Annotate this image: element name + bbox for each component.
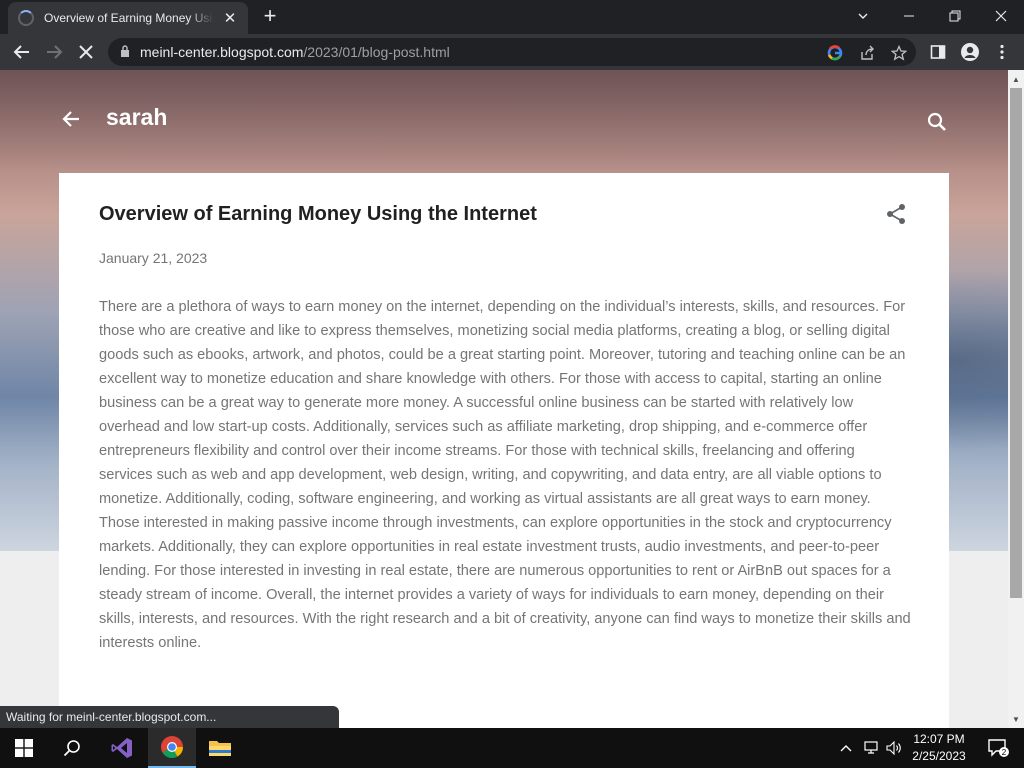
minimize-button[interactable] — [886, 0, 932, 32]
clock-date: 2/25/2023 — [912, 749, 966, 763]
share-page-icon[interactable] — [858, 44, 876, 62]
restore-button[interactable] — [932, 0, 978, 32]
forward-button[interactable] — [40, 38, 68, 66]
search-icon[interactable] — [48, 728, 96, 768]
browser-tab[interactable]: Overview of Earning Money Using the Inte… — [8, 2, 248, 34]
scrollbar-thumb[interactable] — [1010, 88, 1022, 598]
tab-search-icon[interactable] — [840, 0, 886, 32]
windows-taskbar: 12:07 PM 2/25/2023 2 — [0, 728, 1024, 768]
file-explorer-icon[interactable] — [196, 728, 244, 768]
bookmark-star-icon[interactable] — [890, 44, 908, 62]
post-date[interactable]: January 21, 2023 — [99, 250, 207, 266]
back-button[interactable] — [8, 38, 36, 66]
loading-spinner-icon — [18, 10, 34, 26]
side-panel-icon[interactable] — [924, 38, 952, 66]
scroll-up-arrow-icon[interactable]: ▲ — [1008, 72, 1024, 88]
browser-toolbar: meinl-center.blogspot.com/2023/01/blog-p… — [0, 34, 1024, 70]
browser-titlebar: Overview of Earning Money Using the Inte… — [0, 0, 1024, 34]
notification-center-icon[interactable]: 2 — [978, 728, 1018, 768]
more-menu-icon[interactable] — [988, 38, 1016, 66]
notification-count-badge: 2 — [1002, 748, 1007, 757]
address-bar[interactable]: meinl-center.blogspot.com/2023/01/blog-p… — [108, 38, 916, 66]
lock-icon[interactable] — [120, 44, 130, 60]
page-scrollbar[interactable]: ▲ ▼ — [1008, 70, 1024, 728]
stop-loading-button[interactable] — [72, 38, 100, 66]
share-icon[interactable] — [885, 203, 909, 227]
blog-search-icon[interactable] — [926, 111, 948, 133]
post-title[interactable]: Overview of Earning Money Using the Inte… — [99, 203, 537, 226]
show-hidden-icons-chevron-icon[interactable] — [838, 728, 854, 768]
clock-time: 12:07 PM — [913, 732, 965, 746]
google-icon[interactable] — [826, 44, 844, 62]
url-path: /2023/01/blog-post.html — [303, 44, 450, 60]
blog-back-arrow-icon[interactable] — [60, 108, 82, 130]
close-window-button[interactable] — [978, 0, 1024, 32]
start-windows-icon[interactable] — [0, 728, 48, 768]
network-icon[interactable] — [862, 728, 882, 768]
scroll-down-arrow-icon[interactable]: ▼ — [1008, 712, 1024, 728]
profile-avatar-icon[interactable] — [956, 38, 984, 66]
status-bubble: Waiting for meinl-center.blogspot.com... — [0, 706, 339, 728]
close-tab-icon[interactable]: ✕ — [222, 9, 238, 27]
chrome-taskbar-icon[interactable] — [148, 728, 196, 768]
url-host: meinl-center.blogspot.com — [140, 44, 304, 60]
visual-studio-icon[interactable] — [98, 728, 146, 768]
tab-title: Overview of Earning Money Using the Inte… — [44, 11, 214, 25]
taskbar-clock[interactable]: 12:07 PM 2/25/2023 — [906, 731, 972, 765]
post-body: There are a plethora of ways to earn mon… — [99, 299, 911, 651]
volume-icon[interactable] — [884, 728, 904, 768]
post-card: Overview of Earning Money Using the Inte… — [59, 173, 949, 728]
blog-name[interactable]: sarah — [106, 104, 167, 131]
new-tab-button[interactable]: + — [258, 5, 282, 29]
page-viewport: sarah Overview of Earning Money Using th… — [0, 70, 1008, 728]
